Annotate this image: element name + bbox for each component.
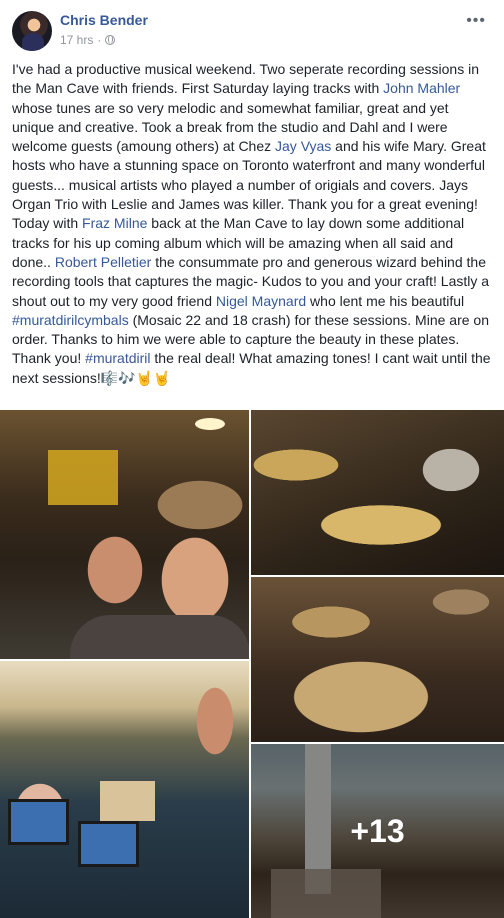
photo-selfie-studio[interactable] xyxy=(0,410,249,659)
globe-icon[interactable] xyxy=(105,35,116,45)
drawer-cabinet xyxy=(100,781,155,821)
post-text-segment: who lent me his beautiful xyxy=(306,292,465,309)
equipment-cases xyxy=(48,450,118,505)
tag-fraz-milne[interactable]: Fraz Milne xyxy=(82,215,147,231)
photo-live-performance[interactable]: +13 xyxy=(251,744,504,918)
person-shirt xyxy=(70,615,249,659)
post-timestamp[interactable]: 17 hrs xyxy=(60,33,93,47)
post-text: I've had a productive musical weekend. T… xyxy=(12,60,492,388)
photo-grid: +13 xyxy=(0,410,504,918)
more-photos-count: +13 xyxy=(350,812,405,849)
post-header: Chris Bender 17 hrs · ••• xyxy=(0,0,504,56)
ellipsis-icon[interactable]: ••• xyxy=(466,12,486,30)
author-avatar[interactable] xyxy=(12,11,52,51)
tag-nigel-maynard[interactable]: Nigel Maynard xyxy=(216,293,306,309)
tag-robert-pelletier[interactable]: Robert Pelletier xyxy=(55,254,152,270)
facebook-post: Chris Bender 17 hrs · ••• I've had a pro… xyxy=(0,0,504,918)
photo-cymbals[interactable] xyxy=(251,577,504,742)
photo-control-room[interactable] xyxy=(0,661,249,918)
hashtag-muratdiril[interactable]: #muratdiril xyxy=(85,350,150,366)
more-photos-overlay[interactable]: +13 xyxy=(251,744,504,918)
author-name[interactable]: Chris Bender xyxy=(60,12,148,28)
monitor-screen xyxy=(8,799,69,845)
ceiling-light xyxy=(195,418,225,430)
meta-separator: · xyxy=(97,33,102,47)
monitor-screen xyxy=(78,821,139,867)
hashtag-muratdirilcymbals[interactable]: #muratdirilcymbals xyxy=(12,312,129,328)
tag-john-mahler[interactable]: John Mahler xyxy=(383,80,460,96)
photo-drum-kit[interactable] xyxy=(251,410,504,575)
post-meta: 17 hrs · xyxy=(60,33,116,47)
tag-jay-vyas[interactable]: Jay Vyas xyxy=(275,138,331,154)
